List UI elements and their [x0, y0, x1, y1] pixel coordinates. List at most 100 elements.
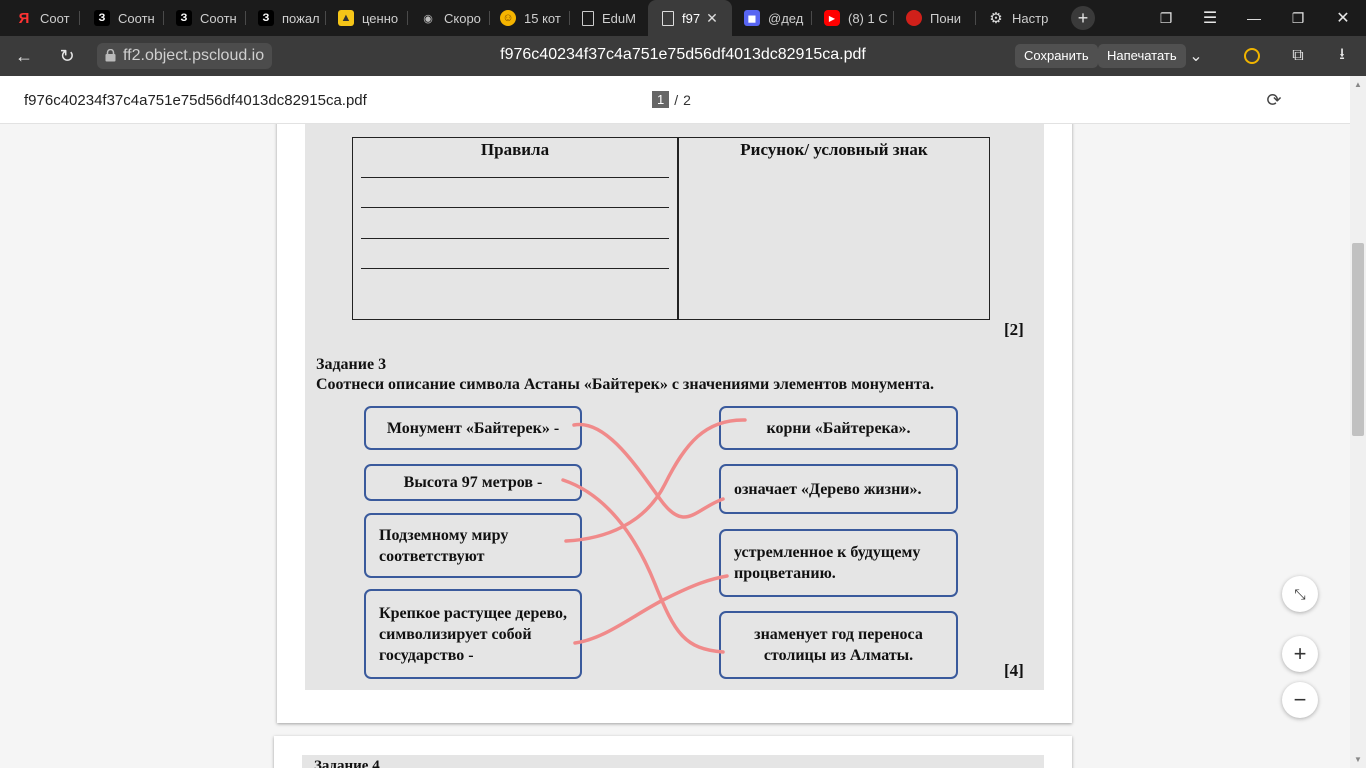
tab-11[interactable]: Пони [894, 0, 976, 36]
pdf-page-2: Задание 4 [274, 736, 1072, 768]
page-separator: / [674, 91, 679, 108]
score-task3: [4] [1004, 661, 1024, 680]
yandex-icon: Я [18, 9, 30, 27]
scanned-worksheet: Правила Рисунок/ условный знак [2] Задан… [305, 124, 1044, 690]
lock-icon [105, 49, 116, 62]
image-icon: ▲ [338, 10, 354, 26]
right-item-2: устремленное к будущему процветанию. [719, 529, 958, 597]
current-page-input[interactable]: 1 [652, 91, 670, 108]
video-icon: ◼ [744, 10, 760, 26]
tab-9[interactable]: ◼ @дед [732, 0, 812, 36]
hamburger-icon: ☰ [1202, 10, 1218, 27]
downloads-button[interactable]: ⭳ [1330, 44, 1354, 68]
tab-2[interactable]: З Соотн [164, 0, 246, 36]
right-item-0: корни «Байтерека». [719, 406, 958, 450]
table-header-rules: Правила [480, 140, 550, 159]
right-item-1: означает «Дерево жизни». [719, 464, 958, 514]
scroll-up-icon[interactable]: ▲ [1350, 80, 1366, 89]
answer-line [361, 268, 669, 270]
reload-button[interactable]: ↻ [55, 44, 79, 68]
task-title: Задание 3 [316, 356, 387, 373]
tab-0[interactable]: Я Соот [0, 0, 80, 36]
rules-table: Правила Рисунок/ условный знак [352, 137, 990, 320]
more-actions-button[interactable]: ⌄ [1184, 44, 1208, 68]
tab-label: Соотн [200, 10, 237, 26]
tab-7[interactable]: EduM [570, 0, 648, 36]
tab-label: Скоро [444, 10, 481, 26]
scanned-worksheet-2: Задание 4 [302, 755, 1044, 768]
scrollbar[interactable]: ▲ ▼ [1350, 76, 1366, 768]
left-item-0: Монумент «Байтерек» - [364, 406, 582, 450]
extensions-icon: ⧉ [1292, 47, 1304, 64]
pdf-viewer: Правила Рисунок/ условный знак [2] Задан… [0, 124, 1350, 768]
back-button[interactable]: ← [12, 44, 36, 68]
close-icon: ✕ [1336, 10, 1350, 27]
emoji-icon: ☺ [500, 10, 516, 26]
tab-label: ценно [362, 10, 399, 26]
zoom-out-button[interactable]: − [1282, 682, 1318, 718]
rotate-button[interactable]: ⟳ [1262, 88, 1286, 112]
fit-page-button[interactable]: ⤡ [1282, 576, 1318, 612]
znanija-icon: З [176, 10, 192, 26]
tab-4[interactable]: ▲ ценно [326, 0, 408, 36]
answer-line [361, 177, 669, 179]
tab-label: (8) 1 С [848, 10, 888, 26]
left-item-3: Крепкое растущее дерево, символизирует с… [364, 589, 582, 679]
tab-12[interactable]: ⚙ Настр [976, 0, 1058, 36]
reload-icon: ↻ [59, 45, 75, 66]
tab-label: Настр [1012, 10, 1049, 26]
tab-label: f97 [682, 10, 701, 26]
document-icon [662, 10, 674, 26]
tab-label: пожал [282, 10, 320, 26]
save-button[interactable]: Сохранить [1015, 44, 1098, 68]
match-line [572, 422, 725, 519]
protect-button[interactable] [1240, 44, 1264, 68]
url-field[interactable]: ff2.object.pscloud.io [97, 43, 273, 69]
gear-icon: ⚙ [989, 10, 1003, 27]
pdf-page: Правила Рисунок/ условный знак [2] Задан… [277, 124, 1072, 723]
znanija-icon: З [94, 10, 110, 26]
score-task2: [2] [1004, 320, 1024, 339]
restore-button[interactable]: ❐ [1278, 0, 1318, 36]
tab-label: @дед [768, 10, 804, 26]
tab-active[interactable]: f97 ✕ [648, 0, 732, 36]
tab-1[interactable]: З Соотн [80, 0, 164, 36]
tab-5[interactable]: ◉ Скоро [408, 0, 490, 36]
extensions-button[interactable]: ⧉ [1286, 44, 1310, 68]
url-text: ff2.object.pscloud.io [123, 47, 265, 64]
match-line [561, 478, 725, 654]
znanija-icon: З [258, 10, 274, 26]
new-tab-button[interactable]: + [1063, 0, 1103, 36]
task-text: Соотнеси описание символа Астаны «Байтер… [316, 376, 935, 393]
tab-6[interactable]: ☺ 15 кот [490, 0, 570, 36]
scroll-down-icon[interactable]: ▼ [1350, 755, 1366, 764]
apple-icon [906, 10, 922, 26]
menu-button[interactable]: ☰ [1190, 0, 1230, 36]
close-tab-icon[interactable]: ✕ [706, 10, 718, 27]
plus-icon: + [1071, 6, 1095, 30]
rotate-icon: ⟳ [1266, 89, 1282, 110]
tab-3[interactable]: З пожал [246, 0, 326, 36]
collections-icon: ❐ [1159, 9, 1173, 26]
chevron-down-icon: ⌄ [1189, 48, 1203, 65]
restore-icon: ❐ [1291, 9, 1305, 26]
spy-icon: ◉ [423, 12, 433, 25]
collapse-icon: ⤡ [1294, 585, 1306, 602]
close-window-button[interactable]: ✕ [1323, 0, 1363, 36]
zoom-in-button[interactable]: + [1282, 636, 1318, 672]
left-item-2: Подземному миру соответствуют [364, 513, 582, 578]
plus-icon: + [1293, 641, 1307, 666]
minimize-button[interactable]: — [1234, 0, 1274, 36]
tab-label: EduM [602, 10, 636, 26]
arrow-left-icon: ← [15, 45, 33, 66]
pdf-toolbar: f976c40234f37c4a751e75d56df4013dc82915ca… [0, 76, 1350, 124]
collections-button[interactable]: ❐ [1146, 0, 1186, 36]
print-button[interactable]: Напечатать [1098, 44, 1186, 68]
answer-line [361, 207, 669, 209]
tab-label: Соотн [118, 10, 155, 26]
page-indicator: 1 / 2 [652, 91, 691, 108]
tab-10[interactable]: ▶ (8) 1 С [812, 0, 894, 36]
pdf-filename: f976c40234f37c4a751e75d56df4013dc82915ca… [24, 92, 367, 109]
scrollbar-thumb[interactable] [1352, 243, 1364, 436]
tab-bar: Я Соот З Соотн З Соотн З пожал ▲ ценно ◉… [0, 0, 1366, 36]
